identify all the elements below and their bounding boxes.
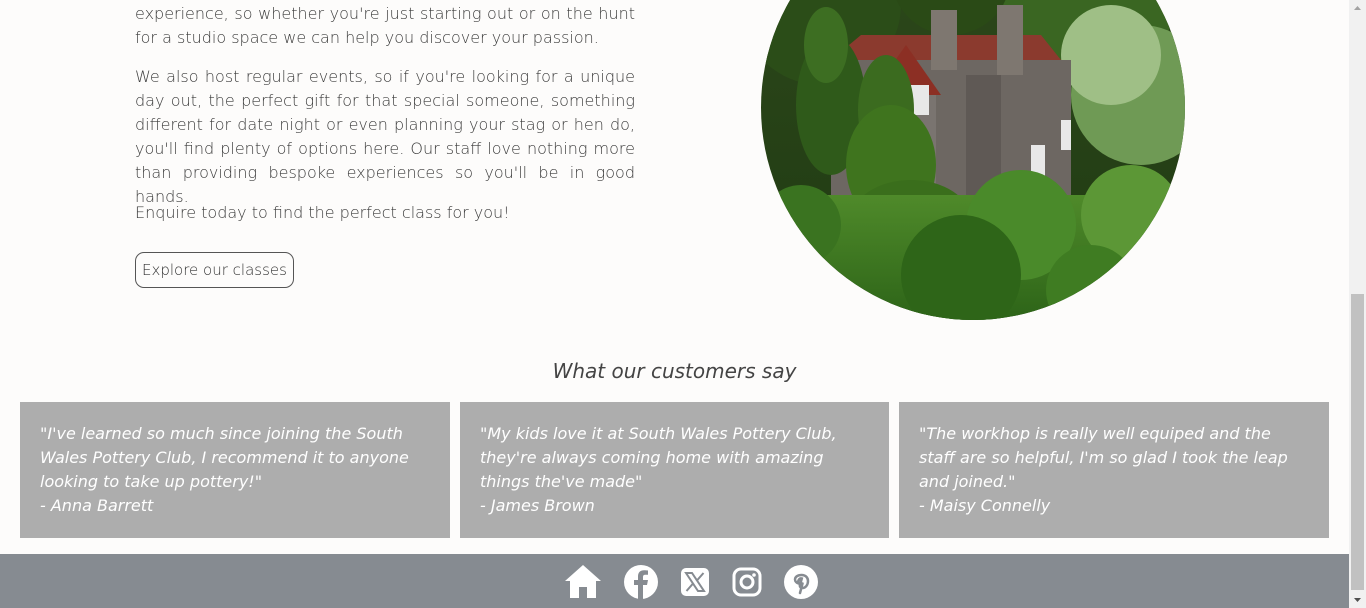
page: experience, so whether you're just start… [0,0,1349,608]
scrollbar-thumb[interactable] [1351,294,1364,590]
facebook-icon [624,565,658,599]
testimonial-quote: "The workhop is really well equiped and … [919,424,1288,491]
cottage-garden-image [761,0,1185,320]
testimonial-author: - Anna Barrett [40,496,154,515]
testimonials-heading: What our customers say [552,359,797,383]
scroll-up-arrow-icon[interactable] [1349,0,1366,17]
testimonial-quote: "I've learned so much since joining the … [40,424,409,491]
testimonial-card: "My kids love it at South Wales Pottery … [460,402,889,538]
footer [0,554,1349,608]
facebook-link[interactable] [621,562,661,602]
scroll-down-arrow-icon[interactable] [1349,591,1366,608]
x-twitter-icon [681,568,709,596]
pinterest-icon [784,565,818,599]
testimonial-author: - Maisy Connelly [919,496,1051,515]
social-links [0,562,1349,602]
cottage-garden-illustration [761,0,1185,320]
pinterest-link[interactable] [781,562,821,602]
vertical-scrollbar[interactable] [1349,0,1366,608]
enquire-paragraph: Enquire today to find the perfect class … [135,203,510,222]
testimonial-author: - James Brown [480,496,595,515]
testimonials-list: "I've learned so much since joining the … [20,402,1329,538]
testimonial-quote: "My kids love it at South Wales Pottery … [480,424,837,491]
home-icon [565,565,601,598]
x-twitter-link[interactable] [675,562,715,602]
explore-classes-button[interactable]: Explore our classes [135,252,294,288]
testimonial-card: "I've learned so much since joining the … [20,402,450,538]
events-paragraph: We also host regular events, so if you'r… [135,67,635,206]
testimonial-card: "The workhop is really well equiped and … [899,402,1329,538]
home-link[interactable] [563,562,603,602]
intro-paragraph: experience, so whether you're just start… [135,4,635,47]
instagram-link[interactable] [727,562,767,602]
instagram-icon [732,567,762,597]
